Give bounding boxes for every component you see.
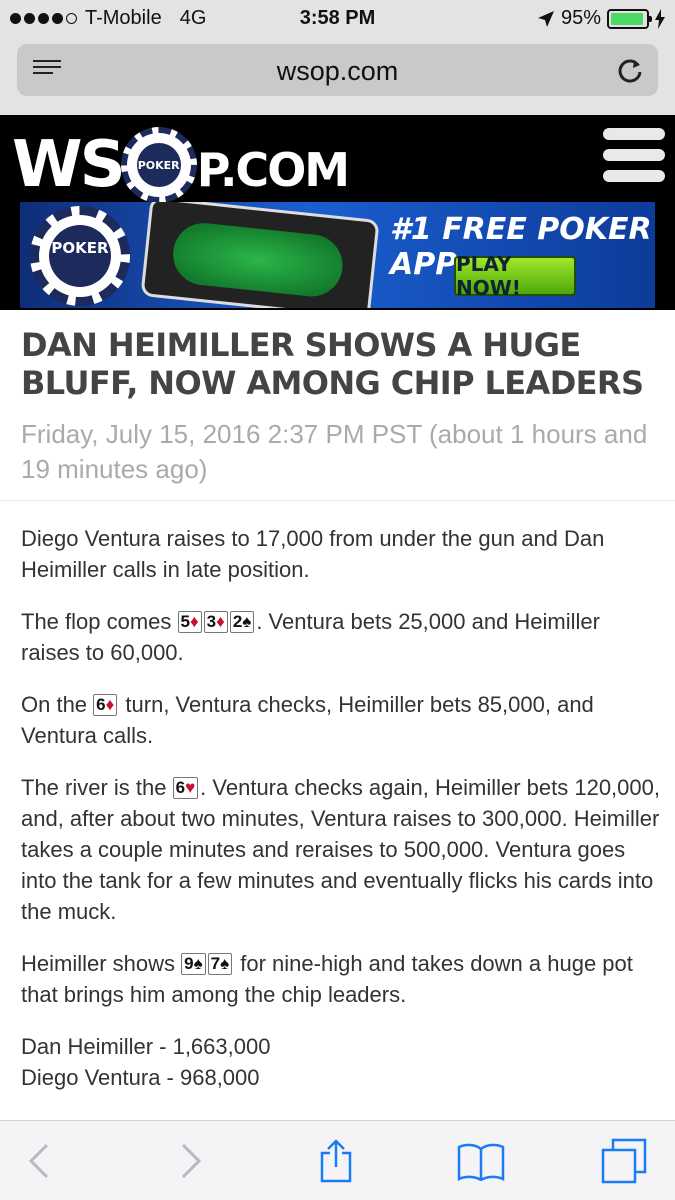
playing-card-shown-2: 7♠ [207, 953, 233, 975]
playing-card-flop-3: 2♠ [229, 611, 255, 633]
diamond-suit-icon: ♦ [189, 612, 199, 631]
p3-text-before: On the [21, 692, 94, 717]
article-body: Diego Ventura raises to 17,000 from unde… [21, 523, 661, 1093]
card-rank: 2 [232, 612, 243, 631]
card-rank: 6 [96, 695, 106, 714]
card-rank: 7 [210, 954, 221, 973]
playing-card-flop-2: 3♦ [203, 611, 228, 633]
back-icon[interactable] [24, 1139, 54, 1183]
status-bar: T-Mobile 4G 3:58 PM 95% [0, 0, 675, 38]
chip-counts: Dan Heimiller - 1,663,000 Diego Ventura … [21, 1031, 661, 1093]
spade-suit-icon: ♠ [193, 954, 203, 973]
logo-text-left: WS [12, 128, 126, 202]
menu-icon[interactable] [603, 128, 665, 191]
battery-icon [607, 8, 652, 29]
site-header: WS POKER P.COM POKER #1 FREE POKER APP P… [0, 115, 675, 310]
tabs-icon[interactable] [600, 1138, 648, 1184]
chip-count-line: Diego Ventura - 968,000 [21, 1065, 260, 1090]
poker-chip-icon: POKER [120, 127, 197, 203]
poker-chip-icon: POKER [30, 206, 130, 306]
card-rank: 5 [180, 612, 190, 631]
playing-card-flop-1: 5♦ [177, 611, 202, 633]
playing-card-shown-1: 9♠ [181, 953, 206, 975]
article-title: DAN HEIMILLER SHOWS A HUGE BLUFF, NOW AM… [21, 326, 644, 402]
safari-toolbar [0, 1120, 675, 1200]
bookmarks-icon[interactable] [456, 1139, 506, 1183]
playing-card-turn: 6♦ [93, 694, 118, 716]
logo-chip-text: POKER [136, 143, 181, 187]
banner-chip-label: POKER [51, 239, 109, 257]
logo-text-right: P.COM [196, 143, 350, 197]
spade-suit-icon: ♠ [220, 954, 230, 973]
share-icon[interactable] [316, 1139, 356, 1183]
wsop-logo[interactable]: WS POKER P.COM [12, 125, 350, 205]
p4-text-before: The river is the [21, 775, 173, 800]
browser-chrome: wsop.com [0, 38, 675, 115]
paragraph-2: The flop comes 5♦ 3♦ 2♠. Ventura bets 25,0… [21, 606, 661, 668]
status-right: 95% [537, 7, 665, 30]
paragraph-5: Heimiller shows 9♠ 7♠ for nine-high and t… [21, 948, 661, 1010]
chip-count-line: Dan Heimiller - 1,663,000 [21, 1034, 271, 1059]
reload-icon[interactable] [616, 56, 644, 84]
article-dateline: Friday, July 15, 2016 2:37 PM PST (about… [21, 419, 648, 484]
playing-card-river: 6♥ [172, 777, 199, 799]
charging-bolt-icon [655, 8, 665, 29]
diamond-suit-icon: ♦ [216, 612, 225, 631]
paragraph-4: The river is the 6♥. Ventura checks agai… [21, 772, 661, 927]
location-arrow-icon [537, 10, 554, 27]
card-rank: 6 [175, 778, 186, 797]
p2-text-before: The flop comes [21, 609, 178, 634]
card-rank: 9 [184, 954, 194, 973]
heart-suit-icon: ♥ [185, 778, 196, 797]
battery-percent: 95% [560, 7, 601, 29]
app-promo-banner[interactable]: POKER #1 FREE POKER APP PLAY NOW! [20, 202, 655, 308]
tablet-image [140, 202, 380, 308]
spade-suit-icon: ♠ [242, 612, 252, 631]
address-bar[interactable]: wsop.com [17, 44, 658, 96]
diamond-suit-icon: ♦ [105, 695, 115, 714]
paragraph-1: Diego Ventura raises to 17,000 from unde… [21, 526, 605, 582]
paragraph-3: On the 6♦ turn, Ventura checks, Heimille… [21, 689, 661, 751]
forward-icon[interactable] [176, 1139, 206, 1183]
address-domain[interactable]: wsop.com [17, 56, 658, 87]
card-rank: 3 [206, 612, 217, 631]
p5-text-before: Heimiller shows [21, 951, 182, 976]
divider [0, 500, 675, 501]
play-now-button[interactable]: PLAY NOW! [454, 252, 576, 300]
